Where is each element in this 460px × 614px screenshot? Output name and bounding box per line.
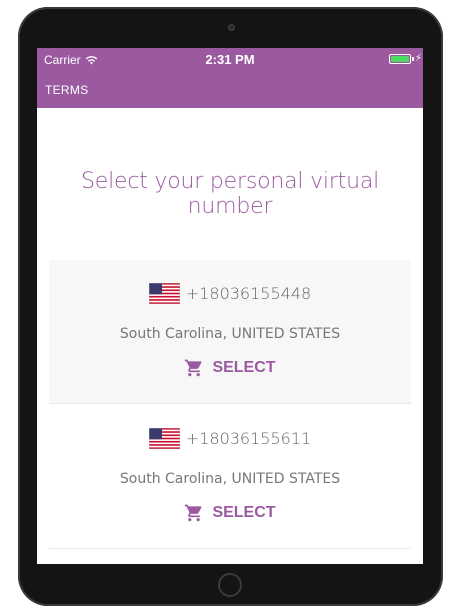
select-label: SELECT <box>212 504 276 521</box>
home-button[interactable] <box>218 573 242 597</box>
shopping-cart-icon <box>185 359 202 377</box>
battery-icon <box>389 54 411 64</box>
status-bar: Carrier 2:31 PM ⚡ <box>37 48 423 70</box>
select-number-button[interactable]: SELECT <box>49 358 411 378</box>
charging-bolt-icon: ⚡ <box>414 53 422 64</box>
app-screen: Carrier 2:31 PM ⚡ TERMS Select your pers… <box>37 48 423 564</box>
content-area: Select your personal virtual number +180… <box>37 108 423 564</box>
page-title: Select your personal virtual number <box>80 169 380 219</box>
us-flag-icon <box>148 428 180 449</box>
status-time: 2:31 PM <box>205 52 255 67</box>
number-card-1: +18036155448 South Carolina, UNITED STAT… <box>49 260 411 404</box>
terms-button[interactable]: TERMS <box>45 83 89 97</box>
ipad-device-frame: Carrier 2:31 PM ⚡ TERMS Select your pers… <box>18 7 443 606</box>
app-header: Carrier 2:31 PM ⚡ TERMS <box>37 48 423 108</box>
phone-number: +18036155448 <box>185 284 312 303</box>
phone-number: +18036155611 <box>185 429 312 448</box>
number-row: +18036155611 <box>49 428 411 449</box>
battery-level-fill <box>391 56 409 62</box>
number-location: South Carolina, UNITED STATES <box>119 471 341 487</box>
us-flag-icon <box>148 283 180 304</box>
select-label: SELECT <box>212 359 276 376</box>
number-card-2: +18036155611 South Carolina, UNITED STAT… <box>49 405 411 549</box>
number-row: +18036155448 <box>49 283 411 304</box>
number-location: South Carolina, UNITED STATES <box>119 326 341 342</box>
camera-icon <box>228 24 235 31</box>
select-number-button[interactable]: SELECT <box>49 503 411 523</box>
shopping-cart-icon <box>185 504 202 522</box>
battery-tip <box>412 57 414 61</box>
